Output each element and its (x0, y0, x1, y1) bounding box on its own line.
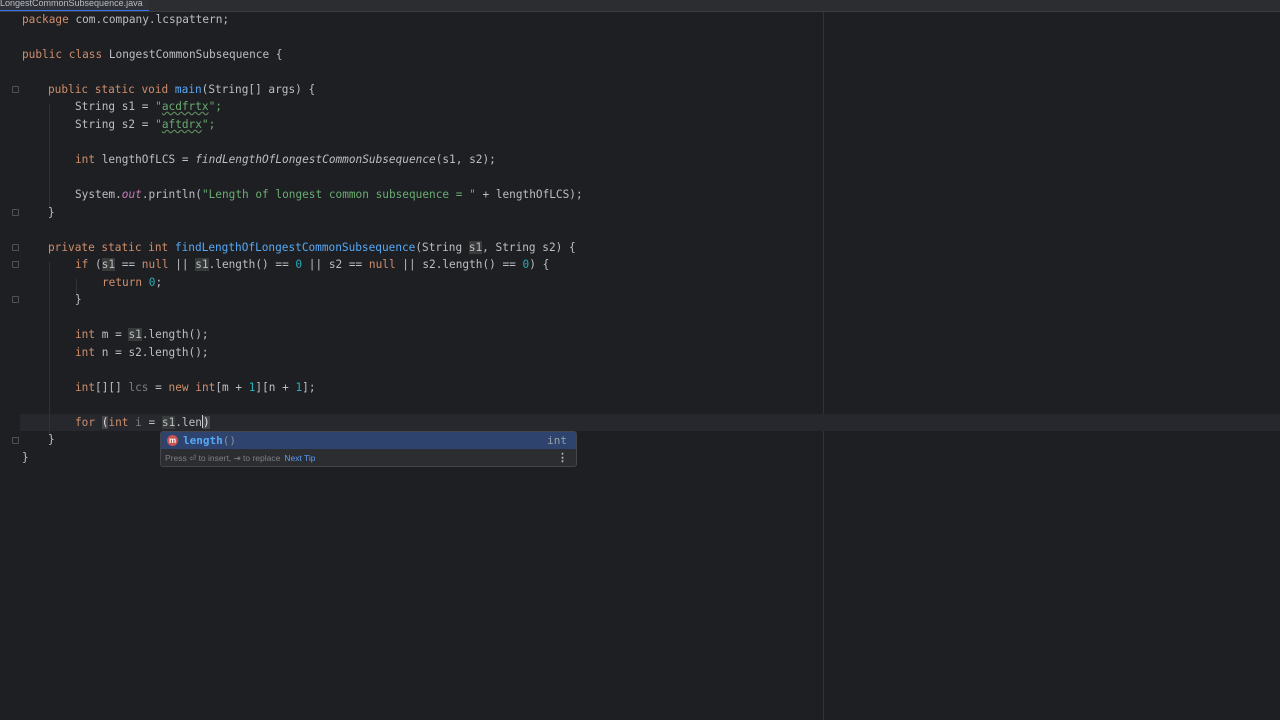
code-line: int lengthOfLCS = findLengthOfLongestCom… (75, 153, 496, 166)
next-tip-link[interactable]: Next Tip (284, 453, 315, 463)
code-line: public class LongestCommonSubsequence { (22, 48, 283, 61)
completion-item-length[interactable]: m length() int (161, 432, 576, 449)
code-line: String s2 = "aftdrx"; (75, 118, 216, 131)
code-line: private static int findLengthOfLongestCo… (48, 241, 576, 254)
completion-footer: Press ⏎ to insert, ⇥ to replace Next Tip (165, 452, 316, 465)
code-line: System.out.println("Length of longest co… (75, 188, 583, 201)
more-options-icon[interactable]: ⋮ (557, 452, 568, 465)
code-line: } (22, 451, 29, 464)
code-line: int n = s2.length(); (75, 346, 209, 359)
completion-item-label: length() (183, 434, 236, 447)
code-line: int m = s1.length(); (75, 328, 209, 341)
code-line: package com.company.lcspattern; (22, 13, 230, 26)
code-line: public static void main(String[] args) { (48, 83, 316, 96)
code-completion-popup: m length() int Press ⏎ to insert, ⇥ to r… (160, 431, 577, 467)
code-line: return 0; (102, 276, 163, 289)
code-line-current: for (int i = s1.len) (75, 415, 210, 429)
completion-hint-text: Press ⏎ to insert, ⇥ to replace (165, 453, 281, 463)
code-line: } (48, 433, 55, 446)
method-icon: m (167, 435, 178, 446)
code-line: int[][] lcs = new int[m + 1][n + 1]; (75, 381, 316, 394)
completion-item-type: int (547, 434, 567, 447)
code-line: } (48, 206, 55, 219)
code-line: if (s1 == null || s1.length() == 0 || s2… (75, 258, 550, 271)
code-line: } (75, 293, 82, 306)
code-line: String s1 = "acdfrtx"; (75, 100, 222, 113)
